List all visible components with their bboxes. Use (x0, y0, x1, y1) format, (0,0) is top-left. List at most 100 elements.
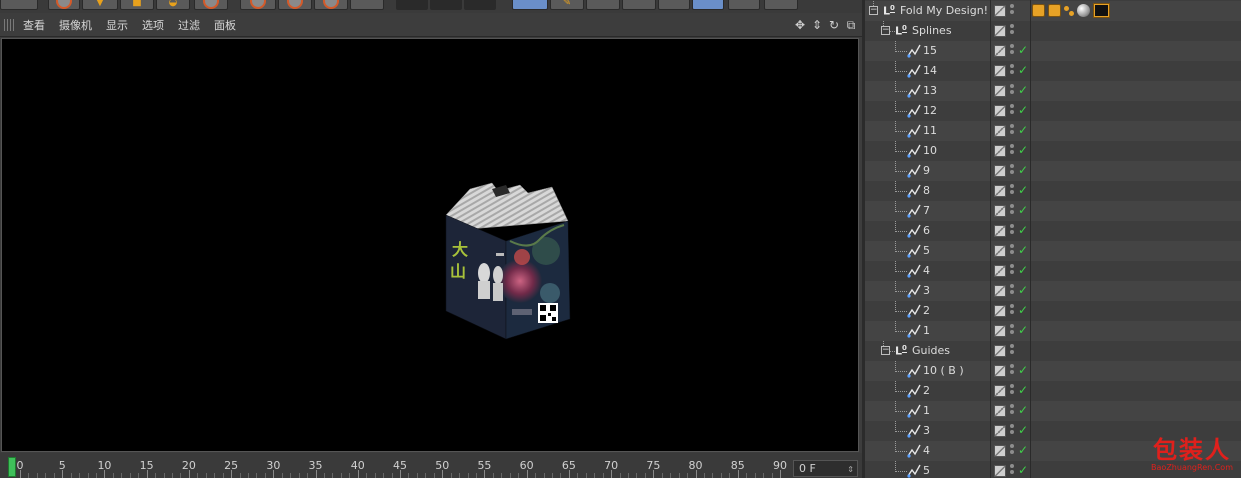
visibility-toggle[interactable] (1010, 124, 1015, 138)
object-name[interactable]: 8 (923, 184, 930, 197)
enabled-check-icon[interactable]: ✓ (1018, 423, 1028, 437)
timeline[interactable]: 0 5 10 15 20 25 30 35 40 45 50 55 60 65 70 75 80 85 90 (0, 453, 862, 478)
layer-icon[interactable] (994, 125, 1006, 137)
layer-icon[interactable] (994, 25, 1006, 37)
object-name[interactable]: 5 (923, 244, 930, 257)
layer-icon[interactable] (994, 405, 1006, 417)
menu-options[interactable]: 选项 (142, 17, 164, 33)
object-row-spline[interactable]: 2 ✓ (865, 301, 1241, 321)
rotate-tool-button[interactable]: ◒ (156, 0, 190, 10)
layer-icon[interactable] (994, 465, 1006, 477)
record-button[interactable] (194, 0, 228, 10)
menu-display[interactable]: 显示 (106, 17, 128, 33)
object-name[interactable]: Splines (912, 24, 952, 37)
visibility-toggle[interactable] (1010, 24, 1015, 38)
visibility-toggle[interactable] (1010, 304, 1015, 318)
object-name[interactable]: 5 (923, 464, 930, 477)
object-name[interactable]: 3 (923, 424, 930, 437)
object-row-spline[interactable]: 5 ✓ (865, 241, 1241, 261)
enabled-check-icon[interactable]: ✓ (1018, 223, 1028, 237)
layer-icon[interactable] (994, 425, 1006, 437)
maximize-icon[interactable]: ⧉ (844, 18, 858, 32)
enabled-check-icon[interactable]: ✓ (1018, 303, 1028, 317)
object-row-spline[interactable]: 1 ✓ (865, 321, 1241, 341)
cube-button[interactable] (512, 0, 548, 10)
menu-filter[interactable]: 过滤 (178, 17, 200, 33)
enabled-check-icon[interactable]: ✓ (1018, 203, 1028, 217)
object-row-spline[interactable]: 12 ✓ (865, 101, 1241, 121)
object-row-spline[interactable]: 6 ✓ (865, 221, 1241, 241)
folded-box-model[interactable]: 大 山 (440, 181, 580, 341)
expand-toggle-icon[interactable]: − (869, 6, 878, 15)
object-name[interactable]: 10 ( B ) (923, 364, 964, 377)
visibility-toggle[interactable] (1010, 44, 1015, 58)
object-row-spline[interactable]: 15 ✓ (865, 41, 1241, 61)
enabled-check-icon[interactable]: ✓ (1018, 363, 1028, 377)
enabled-check-icon[interactable]: ✓ (1018, 183, 1028, 197)
object-row-spline[interactable]: 3 ✓ (865, 281, 1241, 301)
object-name[interactable]: 10 (923, 144, 937, 157)
playhead[interactable] (8, 457, 16, 477)
orbit-icon[interactable]: ↻ (827, 18, 841, 32)
object-name[interactable]: 1 (923, 404, 930, 417)
visibility-toggle[interactable] (1010, 404, 1015, 418)
visibility-toggle[interactable] (1010, 284, 1015, 298)
visibility-toggle[interactable] (1010, 264, 1015, 278)
spinner-icon[interactable]: ⇕ (847, 462, 854, 477)
layer-icon[interactable] (994, 205, 1006, 217)
floor-button[interactable] (692, 0, 724, 10)
current-frame-field[interactable]: 0 F ⇕ (793, 460, 858, 477)
object-row-null[interactable]: − L0 Guides (865, 341, 1241, 361)
layer-icon[interactable] (994, 305, 1006, 317)
object-row-spline[interactable]: 1 ✓ (865, 401, 1241, 421)
scene-button[interactable] (658, 0, 690, 10)
object-row-spline[interactable]: 9 ✓ (865, 161, 1241, 181)
object-name[interactable]: 4 (923, 264, 930, 277)
visibility-toggle[interactable] (1010, 444, 1015, 458)
object-name[interactable]: 11 (923, 124, 937, 137)
object-name[interactable]: 12 (923, 104, 937, 117)
visibility-toggle[interactable] (1010, 4, 1015, 18)
enabled-check-icon[interactable]: ✓ (1018, 163, 1028, 177)
layer-icon[interactable] (994, 285, 1006, 297)
enabled-check-icon[interactable]: ✓ (1018, 263, 1028, 277)
enabled-check-icon[interactable]: ✓ (1018, 143, 1028, 157)
visibility-toggle[interactable] (1010, 464, 1015, 478)
object-row-spline[interactable]: 10 ✓ (865, 141, 1241, 161)
layer-icon[interactable] (994, 345, 1006, 357)
enabled-check-icon[interactable]: ✓ (1018, 43, 1028, 57)
object-name[interactable]: 2 (923, 384, 930, 397)
visibility-toggle[interactable] (1010, 184, 1015, 198)
object-row-spline[interactable]: 10 ( B ) ✓ (865, 361, 1241, 381)
object-name[interactable]: 3 (923, 284, 930, 297)
expand-toggle-icon[interactable]: − (881, 26, 890, 35)
visibility-toggle[interactable] (1010, 364, 1015, 378)
layer-icon[interactable] (994, 65, 1006, 77)
z-axis-button[interactable] (314, 0, 348, 10)
visibility-toggle[interactable] (1010, 164, 1015, 178)
object-name[interactable]: 6 (923, 224, 930, 237)
layer-icon[interactable] (994, 145, 1006, 157)
object-name[interactable]: Fold My Design! (900, 4, 988, 17)
camera-button[interactable] (728, 0, 760, 10)
layer-icon[interactable] (994, 105, 1006, 117)
layer-icon[interactable] (994, 165, 1006, 177)
layer-icon[interactable] (994, 245, 1006, 257)
pan-icon[interactable]: ✥ (793, 18, 807, 32)
layer-icon[interactable] (994, 5, 1006, 17)
points-tag-icon[interactable] (1064, 5, 1074, 16)
enabled-check-icon[interactable]: ✓ (1018, 243, 1028, 257)
visibility-toggle[interactable] (1010, 84, 1015, 98)
subdivision-button[interactable] (586, 0, 620, 10)
object-row-null[interactable]: − L0 Fold My Design! (865, 1, 1241, 21)
object-name[interactable]: 7 (923, 204, 930, 217)
object-name[interactable]: 9 (923, 164, 930, 177)
visibility-toggle[interactable] (1010, 224, 1015, 238)
render-view-button[interactable] (396, 0, 428, 10)
menu-camera[interactable]: 摄像机 (59, 17, 92, 33)
panel-grip-icon[interactable] (4, 19, 16, 31)
move-tool-button[interactable]: ▼ (82, 0, 118, 10)
menu-panel[interactable]: 面板 (214, 17, 236, 33)
enabled-check-icon[interactable]: ✓ (1018, 103, 1028, 117)
layer-icon[interactable] (994, 265, 1006, 277)
